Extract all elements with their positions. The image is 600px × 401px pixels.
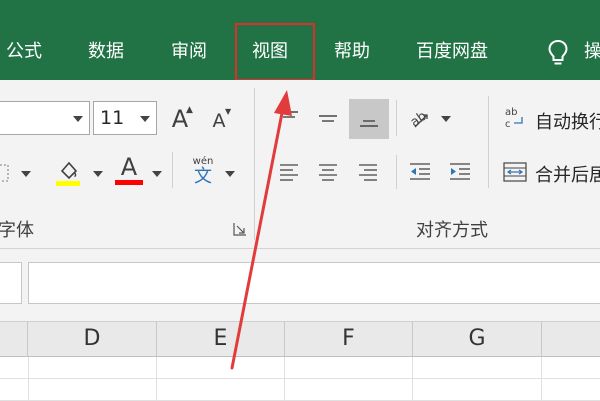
separator [488, 96, 489, 188]
grid-line [28, 357, 29, 400]
tab-baidu-netdisk[interactable]: 百度网盘 [416, 36, 488, 68]
chevron-down-icon[interactable] [152, 171, 162, 177]
tab-data[interactable]: 数据 [88, 36, 124, 68]
align-center-icon [319, 164, 337, 181]
group-separator [254, 88, 255, 240]
dialog-launcher-icon[interactable] [233, 222, 247, 236]
chevron-down-icon[interactable] [73, 116, 83, 122]
align-left-icon [280, 164, 298, 181]
fill-color-button[interactable] [50, 155, 86, 187]
tab-formulas[interactable]: 公式 [6, 36, 42, 68]
merge-center-icon-wrap[interactable] [502, 157, 528, 187]
name-box[interactable] [0, 262, 22, 304]
chevron-down-icon[interactable] [140, 116, 150, 122]
merge-cells-icon [503, 162, 527, 182]
borders-icon [0, 164, 9, 182]
shrink-font-icon: A [212, 109, 226, 132]
align-top-icon [280, 111, 298, 118]
alignment-group-label: 对齐方式 [416, 220, 488, 241]
grow-font-button[interactable]: A ▲ [164, 102, 196, 136]
align-center-button[interactable] [314, 157, 342, 187]
svg-text:c: c [505, 119, 511, 130]
table-row[interactable] [0, 357, 600, 379]
increase-indent-button[interactable] [446, 157, 474, 187]
caret-up-icon: ▲ [186, 105, 193, 115]
borders-button[interactable] [0, 162, 10, 184]
grid-line [284, 357, 285, 400]
align-right-icon [359, 164, 377, 181]
decrease-indent-button[interactable] [406, 157, 434, 187]
merge-center-button[interactable]: 合并后居 [535, 161, 600, 187]
paint-bucket-icon [56, 161, 80, 186]
ribbon-tab-bar: 公式 数据 审阅 视图 帮助 百度网盘 操 [0, 0, 600, 81]
separator [396, 155, 397, 189]
align-bottom-icon [360, 120, 378, 127]
column-header-e[interactable]: E [157, 321, 285, 357]
tab-review[interactable]: 审阅 [171, 36, 207, 68]
caret-down-small-icon: ▼ [225, 107, 232, 116]
align-left-button[interactable] [275, 157, 303, 187]
phonetic-pinyin: wén [192, 155, 214, 167]
column-header-h-partial[interactable] [542, 321, 600, 357]
align-right-button[interactable] [354, 157, 382, 187]
view-tab-highlight-box [235, 23, 315, 81]
chevron-down-icon[interactable] [225, 171, 235, 177]
chevron-down-icon[interactable] [93, 171, 103, 177]
tab-help[interactable]: 帮助 [334, 36, 370, 68]
column-header-g[interactable]: G [413, 321, 542, 357]
svg-text:ab: ab [408, 109, 430, 131]
chevron-down-icon[interactable] [441, 116, 451, 122]
column-header-f[interactable]: F [285, 321, 413, 357]
wrap-text-button[interactable]: 自动换行 [535, 108, 600, 134]
separator [172, 152, 173, 188]
text-orientation-icon: ab [408, 109, 430, 131]
font-group-label: 字体 [0, 220, 34, 241]
tab-tell-me[interactable]: 操 [584, 36, 600, 68]
svg-text:ab: ab [505, 107, 517, 118]
chevron-down-icon[interactable] [21, 171, 31, 177]
formula-input[interactable] [28, 262, 600, 304]
font-size-value: 11 [100, 107, 125, 129]
wrap-text-icon-wrap[interactable]: ab c [504, 104, 526, 132]
middle-align-button[interactable] [313, 100, 343, 136]
wrap-text-icon: ab c [505, 107, 523, 130]
font-color-icon: A [120, 153, 138, 181]
top-align-button[interactable] [275, 100, 303, 136]
decrease-indent-icon [410, 163, 430, 180]
align-middle-icon [319, 115, 337, 122]
increase-indent-icon [450, 163, 470, 180]
orientation-button[interactable]: ab [405, 103, 435, 135]
phonetic-guide-button[interactable]: wén 文 [186, 154, 220, 188]
table-row[interactable] [0, 379, 600, 401]
font-color-button[interactable]: A [113, 153, 145, 187]
font-name-combo[interactable] [0, 101, 90, 135]
column-header-c-partial[interactable] [0, 321, 28, 357]
separator [396, 100, 397, 136]
shrink-font-button[interactable]: A ▼ [204, 106, 234, 136]
phonetic-char-icon: 文 [194, 165, 212, 187]
bottom-align-button[interactable] [349, 99, 389, 139]
column-header-d[interactable]: D [28, 321, 157, 357]
font-color-swatch [115, 180, 143, 185]
grid-line [541, 357, 542, 400]
grid-line [156, 357, 157, 400]
lightbulb-icon[interactable] [546, 39, 570, 67]
grid-line [412, 357, 413, 400]
font-size-combo[interactable]: 11 [93, 101, 157, 135]
